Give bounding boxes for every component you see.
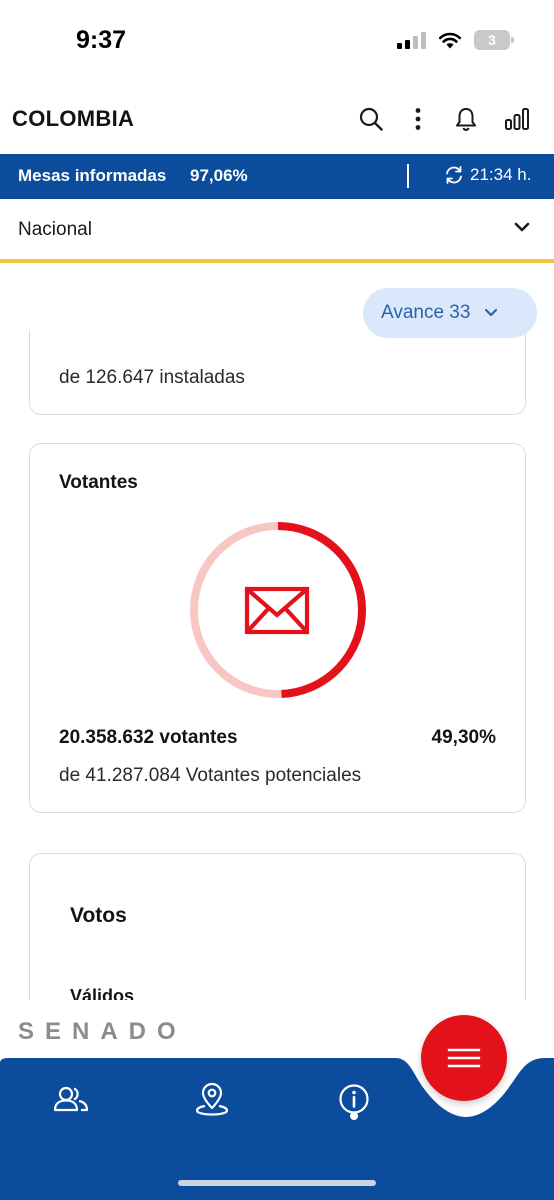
- battery-level: 3: [488, 32, 496, 48]
- signal-icon: [397, 31, 426, 49]
- mesas-informadas-value: 97,06%: [190, 166, 248, 185]
- votantes-count: 20.358.632 votantes: [59, 727, 238, 748]
- envelope-icon: [244, 586, 310, 635]
- mesas-informadas-bar: Mesas informadas 97,06% 21:34 h.: [0, 154, 554, 199]
- hamburger-menu-icon: [447, 1048, 481, 1068]
- votantes-title: Votantes: [59, 472, 138, 493]
- mesas-instaladas-text: de 126.647 instaladas: [59, 367, 245, 388]
- nav-location-icon[interactable]: [190, 1077, 234, 1121]
- bar-chart-icon[interactable]: [502, 104, 532, 134]
- votantes-potenciales-text: de 41.287.084 Votantes potenciales: [59, 765, 362, 786]
- people-icon: [53, 1086, 89, 1112]
- divider: [407, 164, 409, 188]
- votantes-donut-chart: [190, 522, 366, 698]
- region-selected-value: Nacional: [18, 219, 92, 240]
- app-header: COLOMBIA: [0, 90, 554, 150]
- status-time: 9:37: [76, 26, 127, 54]
- info-icon: [339, 1084, 369, 1114]
- mesas-informadas-label: Mesas informadas: [18, 166, 167, 185]
- active-indicator: [350, 1112, 358, 1120]
- refresh-icon: [446, 166, 462, 184]
- status-bar: 9:37 3: [0, 0, 554, 80]
- chevron-down-icon: [485, 308, 498, 317]
- menu-button[interactable]: [421, 1015, 507, 1101]
- bell-icon[interactable]: [451, 104, 481, 134]
- search-icon[interactable]: [356, 104, 386, 134]
- avance-label: Avance 33: [381, 302, 471, 323]
- battery-icon: 3: [474, 30, 514, 50]
- update-time-text: 21:34 h.: [470, 165, 532, 184]
- votos-title: Votos: [70, 904, 127, 927]
- home-indicator[interactable]: [178, 1180, 376, 1186]
- chevron-down-icon: [514, 222, 530, 232]
- page-title: COLOMBIA: [12, 106, 135, 131]
- location-pin-icon: [195, 1082, 229, 1116]
- section-label: SENADO: [18, 1018, 187, 1045]
- mesas-card: de 126.647 instaladas: [29, 330, 526, 415]
- more-vertical-icon[interactable]: [403, 104, 433, 134]
- status-icons: 3: [397, 30, 514, 50]
- wifi-icon: [438, 32, 462, 49]
- update-time[interactable]: 21:34 h.: [444, 165, 531, 185]
- votantes-card: Votantes 20.358.632 votantes 49,30% de 4…: [29, 443, 526, 813]
- nav-people-icon[interactable]: [49, 1077, 93, 1121]
- region-selector[interactable]: Nacional: [0, 199, 554, 263]
- avance-dropdown[interactable]: Avance 33: [363, 288, 537, 338]
- votantes-percent: 49,30%: [431, 727, 496, 748]
